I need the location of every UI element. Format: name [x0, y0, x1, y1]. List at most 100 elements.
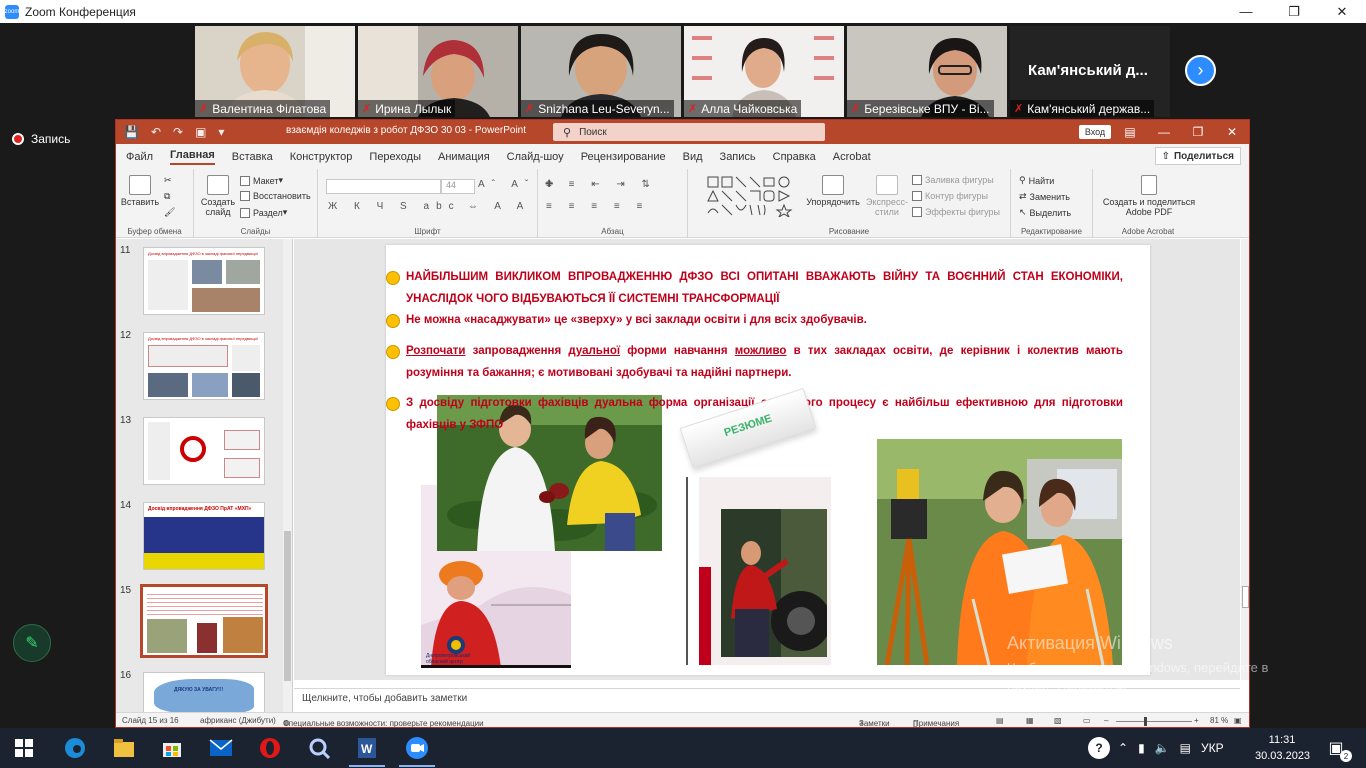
zoom-slider[interactable]	[1116, 721, 1192, 722]
participant-tile[interactable]: Кам'янський д... ✗ Кам'янський держав...	[1010, 26, 1170, 117]
shape-fill-button[interactable]: Заливка фигуры	[912, 175, 994, 185]
tab-review[interactable]: Рецензирование	[581, 151, 666, 163]
tab-design[interactable]: Конструктор	[290, 151, 353, 163]
ribbon: Вставить ✂ ⧉ 🖌 Буфер обмена Создать слай…	[116, 169, 1249, 238]
slide-thumbnail[interactable]	[143, 417, 265, 485]
tab-slideshow[interactable]: Слайд-шоу	[507, 151, 564, 163]
share-button[interactable]: ⇧ Поделиться	[1154, 147, 1241, 165]
slide-thumbnail[interactable]: Досвід впровадження ДФЗО в закладі фахов…	[143, 247, 265, 315]
recording-indicator[interactable]: Запись	[12, 132, 70, 146]
zoom-level[interactable]: 81 %	[1210, 716, 1228, 725]
shape-outline-button[interactable]: Контур фигуры	[912, 191, 988, 201]
normal-view-icon[interactable]: ▤	[996, 716, 1004, 725]
reset-button[interactable]: Восстановить	[240, 191, 311, 201]
active-speaker-tile[interactable]: ✗ Алла Чайковська	[684, 26, 844, 117]
start-button[interactable]	[12, 736, 36, 760]
chevron-up-icon[interactable]: ⌃	[1118, 741, 1128, 755]
notifications-button[interactable]: ▣ 2	[1324, 736, 1352, 762]
slide-thumbnail-selected[interactable]	[140, 584, 268, 658]
quick-styles-button[interactable]: Экспресс-стили	[864, 175, 910, 217]
customize-icon[interactable]: ▾	[218, 125, 224, 139]
tab-view[interactable]: Вид	[683, 151, 703, 163]
close-button[interactable]: ✕	[1318, 0, 1366, 23]
slide-sorter-icon[interactable]: ▦	[1026, 716, 1034, 725]
slide-scrollbar[interactable]	[1241, 239, 1249, 680]
slide-thumbnail[interactable]: Досвід впровадження ДФЗО ПрАТ «МХП»	[143, 502, 265, 570]
annotate-pen-button[interactable]: ✎	[13, 624, 51, 662]
mail-icon[interactable]	[209, 736, 233, 760]
fit-slide-icon[interactable]: ▣	[1234, 716, 1242, 725]
redo-icon[interactable]: ↷	[173, 125, 183, 139]
copy-icon[interactable]: ⧉	[164, 191, 170, 202]
shapes-gallery[interactable]	[706, 175, 796, 217]
edge-browser-icon[interactable]	[63, 736, 87, 760]
save-icon[interactable]: 💾	[124, 125, 139, 139]
tab-help[interactable]: Справка	[773, 151, 816, 163]
maximize-button[interactable]: ❐	[1270, 0, 1318, 23]
opera-icon[interactable]	[258, 736, 282, 760]
font-name-box[interactable]	[326, 179, 441, 194]
layout-button[interactable]: Макет ▾	[240, 175, 283, 186]
reading-view-icon[interactable]: ▧	[1054, 716, 1062, 725]
shape-effects-button[interactable]: Эффекты фигуры	[912, 207, 1000, 217]
align-buttons[interactable]: ≡ ≡ ≡ ≡ ≡	[546, 201, 649, 212]
language-indicator[interactable]: африканс (Джибути)	[200, 716, 276, 725]
undo-icon[interactable]: ↶	[151, 125, 161, 139]
select-button[interactable]: ↖ Выделить	[1019, 207, 1071, 218]
network-icon[interactable]: ▤	[1180, 741, 1191, 755]
ppt-minimize-button[interactable]: —	[1147, 120, 1181, 144]
tab-animations[interactable]: Анимация	[438, 151, 490, 163]
zoom-app-icon[interactable]	[405, 736, 429, 760]
zoom-in-button[interactable]: +	[1194, 716, 1199, 725]
present-icon[interactable]: ▣	[195, 125, 206, 139]
tab-acrobat[interactable]: Acrobat	[833, 151, 871, 163]
store-icon[interactable]	[160, 736, 184, 760]
replace-button[interactable]: ⇄ Заменить	[1019, 191, 1070, 202]
zoom-slider-thumb[interactable]	[1144, 717, 1147, 726]
ppt-restore-button[interactable]: ❐	[1181, 120, 1215, 144]
participant-tile[interactable]: ✗ Snizhana Leu-Severyn...	[521, 26, 681, 117]
help-icon[interactable]: ?	[1088, 737, 1110, 759]
tab-file[interactable]: Файл	[126, 151, 153, 163]
font-format-buttons[interactable]: Ж К Ч S abc	[328, 201, 461, 212]
font-color-buttons[interactable]: ⇔ A A	[468, 201, 530, 212]
participant-tile[interactable]: ✗ Валентина Філатова	[195, 26, 355, 117]
slide-canvas[interactable]: Найбільшим викликом впровадженню ДФЗО вс…	[386, 245, 1150, 675]
tool-app-icon[interactable]	[307, 736, 331, 760]
minimize-button[interactable]: —	[1222, 0, 1270, 23]
participant-tile[interactable]: ✗ Ирина Лылык	[358, 26, 518, 117]
battery-icon[interactable]: ▮	[1138, 741, 1145, 755]
create-pdf-button[interactable]: Создать и поделиться Adobe PDF	[1101, 175, 1197, 217]
language-indicator[interactable]: УКР	[1201, 741, 1224, 755]
tab-transitions[interactable]: Переходы	[369, 151, 421, 163]
arrange-button[interactable]: Упорядочить	[806, 175, 860, 207]
word-icon[interactable]: W	[355, 736, 379, 760]
search-box[interactable]: ⚲ Поиск	[553, 123, 825, 141]
slideshow-view-icon[interactable]: ▭	[1083, 716, 1091, 725]
clock[interactable]: 11:31 30.03.2023	[1255, 732, 1310, 764]
ppt-close-button[interactable]: ✕	[1215, 120, 1249, 144]
cut-icon[interactable]: ✂	[164, 175, 172, 186]
format-painter-icon[interactable]: 🖌	[164, 207, 175, 218]
thumbnails-scrollbar[interactable]	[283, 239, 292, 713]
tab-home[interactable]: Главная	[170, 149, 215, 165]
list-buttons[interactable]: ≡ ≡ ⇤ ⇥ ⇅	[546, 179, 657, 190]
paste-button[interactable]: Вставить	[120, 175, 160, 207]
next-page-button[interactable]: ›	[1185, 55, 1216, 86]
find-button[interactable]: ⚲ Найти	[1019, 175, 1054, 186]
section-button[interactable]: Раздел ▾	[240, 207, 287, 218]
new-slide-button[interactable]: Создать слайд	[200, 175, 236, 217]
login-button[interactable]: Вход	[1079, 125, 1111, 139]
bullet-marker-icon	[386, 271, 400, 285]
zoom-out-button[interactable]: –	[1104, 716, 1108, 725]
slide-thumbnail[interactable]: Досвід впровадження ДФЗО в закладі фахов…	[143, 332, 265, 400]
file-explorer-icon[interactable]	[112, 736, 136, 760]
participant-tile[interactable]: ✗ Березівське ВПУ - Ві...	[847, 26, 1007, 117]
tab-record[interactable]: Запись	[720, 151, 756, 163]
slide-thumbnail[interactable]: ДЯКУЮ ЗА УВАГУ!!!	[143, 672, 265, 713]
font-size-box[interactable]: 44	[441, 179, 475, 194]
tab-insert[interactable]: Вставка	[232, 151, 273, 163]
volume-icon[interactable]: 🔈	[1155, 741, 1170, 755]
pdf-icon	[1141, 175, 1157, 195]
ribbon-display-icon[interactable]: ▤	[1113, 120, 1147, 144]
